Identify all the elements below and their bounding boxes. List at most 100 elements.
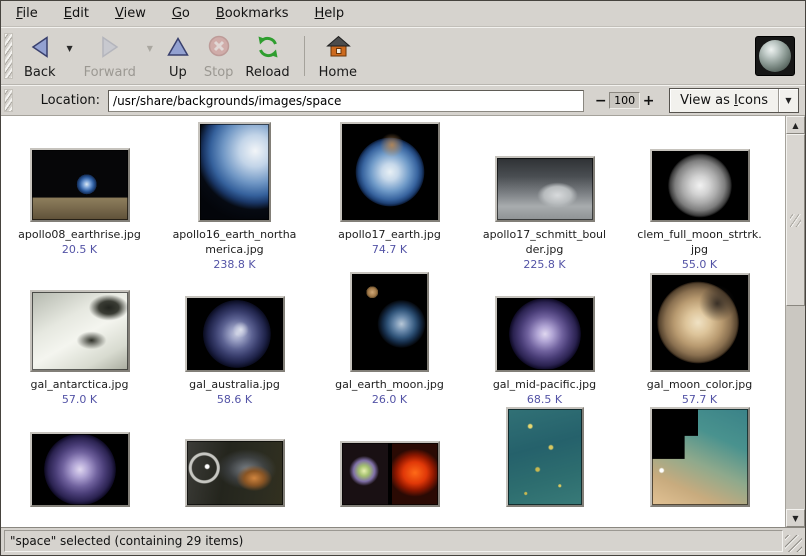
scrollbar-grip-icon [790,214,801,227]
stop-label: Stop [204,65,234,80]
arrow-down-icon: ▼ [792,514,798,523]
reload-label: Reload [245,65,289,80]
zoom-level-indicator[interactable]: 100 [609,92,640,109]
home-button[interactable]: Home [313,30,363,82]
menu-edit[interactable]: Edit [51,2,102,25]
file-item[interactable]: gal_australia.jpg 58.6 K [157,272,312,407]
file-name: apollo17_schmitt_boul der.jpg [483,227,606,257]
file-name: apollo17_earth.jpg [338,227,441,242]
file-thumbnail[interactable] [30,432,130,507]
reload-button[interactable]: Reload [239,30,295,82]
toolbar: Back ▼ Forward ▼ Up [1,27,805,85]
menu-bookmarks[interactable]: Bookmarks [203,2,302,25]
file-item[interactable]: apollo16_earth_northa merica.jpg 238.8 K [157,122,312,272]
file-item[interactable]: apollo08_earthrise.jpg 20.5 K [2,122,157,272]
file-item[interactable] [312,407,467,512]
reload-icon [254,33,282,65]
stop-button: Stop [198,30,240,82]
file-name: apollo16_earth_northa merica.jpg [173,227,297,257]
toolbar-separator [304,36,305,76]
file-item[interactable]: apollo17_earth.jpg 74.7 K [312,122,467,272]
file-size: 225.8 K [523,257,565,272]
stop-icon [205,33,233,65]
file-size: 58.6 K [217,392,252,407]
status-bar: "space" selected (containing 29 items) [1,528,805,555]
zoom-out-button[interactable]: − [592,93,609,109]
back-label: Back [24,65,56,80]
file-thumbnail[interactable] [340,122,440,222]
chevron-down-icon: ▼ [147,44,153,53]
file-thumbnail[interactable] [30,148,130,222]
file-item[interactable] [467,407,622,512]
forward-label: Forward [84,65,136,80]
file-thumbnail[interactable] [185,439,285,507]
file-item[interactable]: gal_earth_moon.jpg 26.0 K [312,272,467,407]
file-thumbnail[interactable] [650,407,750,507]
file-size: 238.8 K [213,257,255,272]
icon-view-pane: apollo08_earthrise.jpg 20.5 K apollo16_e… [1,116,805,528]
menu-view[interactable]: View [102,2,159,25]
file-item[interactable]: gal_moon_color.jpg 57.7 K [622,272,777,407]
location-label: Location: [41,93,100,108]
forward-icon [96,33,124,65]
file-thumbnail[interactable] [650,149,750,222]
file-name: gal_antarctica.jpg [30,377,128,392]
file-thumbnail[interactable] [350,272,429,372]
home-icon [324,33,352,65]
file-manager-window: File Edit View Go Bookmarks Help Back ▼ … [0,0,806,556]
globe-throbber-icon [755,36,795,76]
file-name: gal_earth_moon.jpg [335,377,444,392]
forward-button: Forward [78,30,142,82]
menu-bar: File Edit View Go Bookmarks Help [1,1,805,27]
vertical-scrollbar: ▲ ▼ [785,116,805,527]
scroll-down-button[interactable]: ▼ [786,509,805,527]
up-label: Up [169,65,187,80]
file-size: 57.7 K [682,392,717,407]
scrollbar-track[interactable] [786,306,805,509]
file-thumbnail[interactable] [30,290,130,372]
file-thumbnail[interactable] [495,156,595,222]
menu-help[interactable]: Help [302,2,358,25]
file-name: gal_moon_color.jpg [647,377,753,392]
file-size: 68.5 K [527,392,562,407]
location-bar-drag-handle[interactable] [4,89,13,112]
file-thumbnail[interactable] [185,296,285,372]
up-button[interactable]: Up [158,30,198,82]
back-history-dropdown[interactable]: ▼ [62,30,78,82]
view-mode-dropdown[interactable]: View as Icons ▼ [669,88,799,113]
file-size: 55.0 K [682,257,717,272]
file-name: clem_full_moon_strtrk. jpg [637,227,761,257]
file-size: 20.5 K [62,242,97,257]
file-item[interactable]: gal_mid-pacific.jpg 68.5 K [467,272,622,407]
file-thumbnail[interactable] [198,122,271,222]
arrow-up-icon: ▲ [792,121,798,130]
toolbar-drag-handle[interactable] [4,33,13,79]
file-item[interactable]: apollo17_schmitt_boul der.jpg 225.8 K [467,122,622,272]
status-text: "space" selected (containing 29 items) [10,534,243,548]
zoom-in-button[interactable]: + [640,93,657,109]
file-item[interactable]: clem_full_moon_strtrk. jpg 55.0 K [622,122,777,272]
file-thumbnail[interactable] [340,441,440,507]
file-size: 57.0 K [62,392,97,407]
menu-go[interactable]: Go [159,2,203,25]
up-icon [164,33,192,65]
scrollbar-thumb[interactable] [786,134,805,306]
file-thumbnail[interactable] [650,273,750,372]
chevron-down-icon: ▼ [778,89,798,112]
forward-history-dropdown: ▼ [142,30,158,82]
resize-grip[interactable] [785,535,802,552]
back-icon [26,33,54,65]
file-item[interactable] [2,407,157,512]
back-button[interactable]: Back [18,30,62,82]
scroll-up-button[interactable]: ▲ [786,116,805,134]
file-thumbnail[interactable] [506,407,584,507]
file-thumbnail[interactable] [495,296,595,372]
file-size: 26.0 K [372,392,407,407]
menu-file[interactable]: File [3,2,51,25]
location-bar: Location: − 100 + View as Icons ▼ [1,85,805,116]
location-input[interactable] [108,90,584,112]
file-item[interactable]: gal_antarctica.jpg 57.0 K [2,272,157,407]
file-item[interactable] [157,407,312,512]
file-name: gal_mid-pacific.jpg [493,377,596,392]
file-item[interactable] [622,407,777,512]
